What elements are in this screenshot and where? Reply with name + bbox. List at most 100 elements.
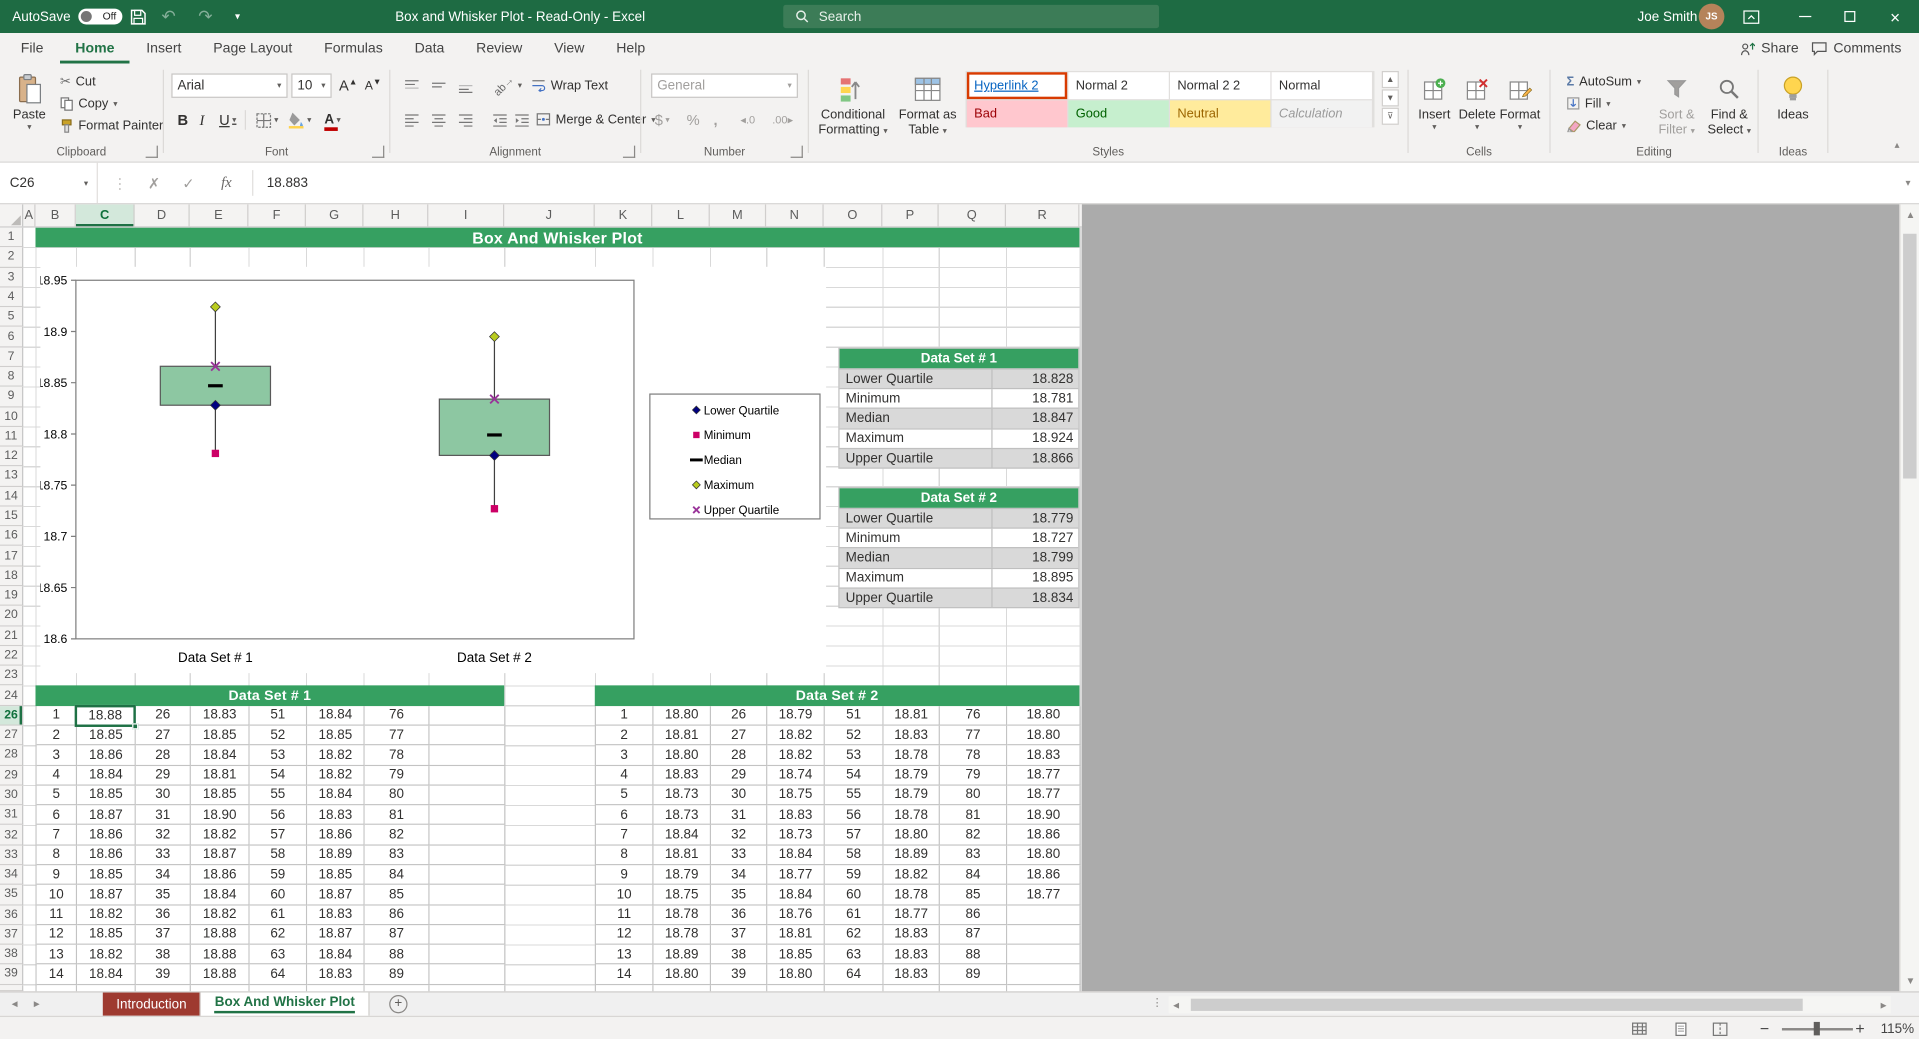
cell[interactable]: 81 xyxy=(940,805,1007,825)
orientation-button[interactable]: ab→▾ xyxy=(488,73,525,97)
cell[interactable]: 18.80 xyxy=(1007,845,1080,865)
cell[interactable]: 18.87 xyxy=(191,845,250,865)
cell[interactable]: 18.85 xyxy=(77,865,136,885)
cell[interactable]: 1 xyxy=(596,706,654,726)
cell[interactable]: 18.82 xyxy=(767,726,825,746)
cell[interactable]: 18.76 xyxy=(767,905,825,925)
number-dialog-launcher[interactable] xyxy=(791,146,803,158)
font-family-combo[interactable]: Arial▾ xyxy=(171,73,287,97)
sheet-nav-left-arrow[interactable]: ◄ xyxy=(10,999,20,1010)
cell[interactable]: 18.79 xyxy=(767,706,825,726)
cell[interactable]: 60 xyxy=(825,885,884,905)
cell[interactable]: 37 xyxy=(136,925,191,945)
cell[interactable]: 26 xyxy=(711,706,767,726)
cell[interactable]: 35 xyxy=(136,885,191,905)
cell[interactable]: 88 xyxy=(940,945,1007,965)
increase-indent-button[interactable] xyxy=(510,108,533,132)
cell[interactable]: 33 xyxy=(136,845,191,865)
cell[interactable]: 18.88 xyxy=(191,925,250,945)
save-button[interactable] xyxy=(130,0,147,33)
cell[interactable]: 18.83 xyxy=(191,706,250,726)
cell[interactable]: 86 xyxy=(365,905,430,925)
zoom-out-button[interactable]: − xyxy=(1760,1017,1769,1039)
cell[interactable]: 18.73 xyxy=(767,825,825,845)
cell[interactable]: 18.82 xyxy=(884,865,940,885)
cell[interactable]: 12 xyxy=(37,925,77,945)
cell[interactable]: 18.89 xyxy=(307,845,365,865)
cell[interactable]: 86 xyxy=(940,905,1007,925)
font-dialog-launcher[interactable] xyxy=(372,146,384,158)
cancel-formula-button[interactable]: ✗ xyxy=(140,163,169,203)
cell[interactable]: 18.81 xyxy=(191,766,250,786)
cell[interactable]: 18.82 xyxy=(307,746,365,766)
cell[interactable]: 89 xyxy=(940,965,1007,985)
align-bottom-button[interactable] xyxy=(454,73,477,97)
cell[interactable]: 18.83 xyxy=(884,726,940,746)
page-break-view-button[interactable] xyxy=(1706,1019,1733,1037)
cell[interactable]: 78 xyxy=(365,746,430,766)
column-header-r[interactable]: R xyxy=(1006,204,1079,226)
cell[interactable]: 18.77 xyxy=(767,865,825,885)
sheet-nav-right-arrow[interactable]: ► xyxy=(32,999,42,1010)
cell[interactable]: 18.83 xyxy=(767,805,825,825)
cell[interactable]: 18.85 xyxy=(77,786,136,806)
format-cells-button[interactable]: Format▾ xyxy=(1499,67,1541,132)
scroll-up-arrow[interactable]: ▲ xyxy=(1901,209,1919,220)
cell[interactable]: 76 xyxy=(365,706,430,726)
cell[interactable]: 10 xyxy=(596,885,654,905)
cell[interactable]: 31 xyxy=(136,805,191,825)
column-header-h[interactable]: H xyxy=(363,204,428,226)
cell[interactable]: 18.84 xyxy=(77,965,136,985)
cell[interactable] xyxy=(1007,905,1080,925)
cell[interactable]: 18.84 xyxy=(307,706,365,726)
cell[interactable]: 14 xyxy=(37,965,77,985)
cell[interactable]: 80 xyxy=(940,786,1007,806)
sheet-tab-introduction[interactable]: Introduction xyxy=(103,993,202,1016)
cell[interactable]: 18.86 xyxy=(77,825,136,845)
cell[interactable]: 38 xyxy=(711,945,767,965)
wrap-text-button[interactable]: Wrap Text xyxy=(527,75,611,96)
cell[interactable]: 61 xyxy=(250,905,308,925)
cell[interactable]: 82 xyxy=(365,825,430,845)
cell[interactable]: 38 xyxy=(136,945,191,965)
cell[interactable]: 39 xyxy=(711,965,767,985)
cell[interactable]: 84 xyxy=(940,865,1007,885)
ribbon-display-options-button[interactable] xyxy=(1743,0,1760,33)
cell[interactable]: 83 xyxy=(365,845,430,865)
cell[interactable]: 34 xyxy=(711,865,767,885)
cell[interactable] xyxy=(430,845,506,865)
cell[interactable]: 28 xyxy=(136,746,191,766)
cell[interactable]: 18.73 xyxy=(654,805,712,825)
cell[interactable] xyxy=(430,786,506,806)
cell[interactable]: 18.84 xyxy=(191,746,250,766)
cell[interactable]: 8 xyxy=(596,845,654,865)
cell[interactable]: 85 xyxy=(940,885,1007,905)
align-middle-button[interactable] xyxy=(427,73,450,97)
cell[interactable]: 18.85 xyxy=(191,786,250,806)
cell[interactable]: 2 xyxy=(37,726,77,746)
cell-style-good[interactable]: Good xyxy=(1068,100,1168,127)
cell[interactable] xyxy=(430,905,506,925)
cell-style-hyperlink-2[interactable]: Hyperlink 2 xyxy=(967,72,1067,99)
cell[interactable]: 57 xyxy=(250,825,308,845)
cell[interactable]: 18.78 xyxy=(884,805,940,825)
cell[interactable]: 18.89 xyxy=(654,945,712,965)
cell[interactable]: 35 xyxy=(711,885,767,905)
bold-button[interactable]: B xyxy=(174,108,192,132)
cell[interactable]: 18.80 xyxy=(767,965,825,985)
cell[interactable]: 18.86 xyxy=(1007,865,1080,885)
increase-font-size-button[interactable]: A▲ xyxy=(335,73,361,97)
cell[interactable]: 13 xyxy=(37,945,77,965)
cell[interactable]: 79 xyxy=(365,766,430,786)
decrease-decimal-button[interactable]: .00▸ xyxy=(769,108,797,132)
cell[interactable]: 18.86 xyxy=(1007,825,1080,845)
column-header-a[interactable]: A xyxy=(23,204,35,226)
cell[interactable]: 79 xyxy=(940,766,1007,786)
decrease-indent-button[interactable] xyxy=(488,108,511,132)
cell[interactable] xyxy=(1007,925,1080,945)
column-header-k[interactable]: K xyxy=(595,204,653,226)
cell[interactable]: 18.85 xyxy=(77,726,136,746)
column-header-j[interactable]: J xyxy=(504,204,595,226)
expand-formula-bar-button[interactable]: ▾ xyxy=(1899,163,1916,203)
cell[interactable]: 52 xyxy=(825,726,884,746)
